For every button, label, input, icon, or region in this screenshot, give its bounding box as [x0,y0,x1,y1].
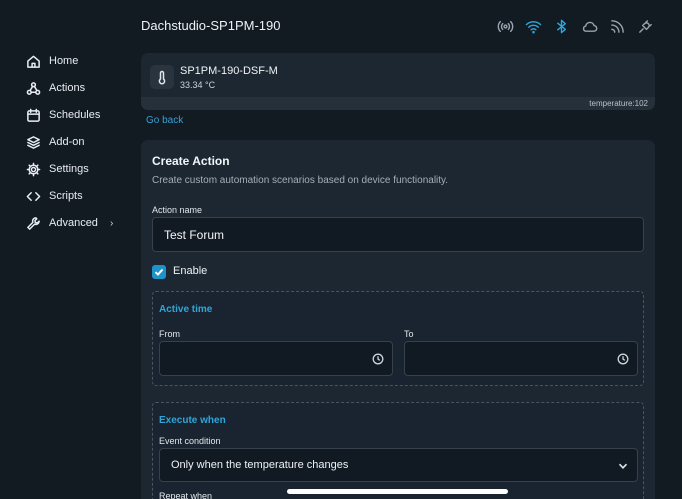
clock-icon [617,353,629,365]
thermometer-icon [150,65,174,89]
sidebar-item-advanced[interactable]: Advanced › [26,212,113,234]
sidebar-item-label: Add-on [49,136,85,148]
enable-checkbox[interactable] [152,265,166,279]
sidebar-item-scripts[interactable]: Scripts [26,185,83,207]
chevron-down-icon [618,463,628,469]
clock-icon [372,353,384,365]
chevron-right-icon: › [109,217,114,229]
to-label: To [404,329,414,339]
rss-feed-icon[interactable] [609,18,626,35]
create-action-panel: Create Action Create custom automation s… [141,140,655,499]
sidebar-item-add-on[interactable]: Add-on [26,131,84,153]
active-time-title: Active time [159,304,213,315]
to-time-input[interactable] [404,341,638,376]
sidebar-item-label: Scripts [49,190,83,202]
webhook-icon [26,81,41,95]
calendar-icon [27,108,40,122]
page-title: Create Action [152,154,230,168]
wrench-icon [27,216,40,230]
home-indicator [287,489,508,494]
sidebar-item-label: Schedules [49,109,101,121]
code-icon [26,191,41,201]
enable-label: Enable [173,265,208,277]
action-name-input[interactable]: Test Forum [152,217,644,252]
device-name: SP1PM-190-DSF-M [180,65,278,77]
repeat-when-label: Repeat when [159,491,213,499]
event-condition-select[interactable]: Only when the temperature changes [159,448,638,482]
execute-when-section: Execute when Event condition Only when t… [152,402,644,499]
from-time-input[interactable] [159,341,393,376]
plug-icon[interactable] [637,18,654,35]
bluetooth-icon[interactable] [553,18,570,35]
sidebar-item-schedules[interactable]: Schedules [26,104,100,126]
home-icon [27,55,40,68]
cloud-icon[interactable] [581,18,598,35]
status-icons [497,18,654,35]
device-component-id: temperature:102 [141,97,655,110]
event-condition-label: Event condition [159,436,221,446]
device-title: Dachstudio-SP1PM-190 [141,18,281,33]
action-name-label: Action name [152,205,203,215]
event-condition-value: Only when the temperature changes [171,459,349,471]
sidebar-item-label: Actions [49,82,86,94]
sidebar-item-label: Home [49,55,79,67]
from-label: From [159,329,180,339]
page-description: Create custom automation scenarios based… [152,175,449,186]
sidebar-item-settings[interactable]: Settings [26,158,89,180]
active-time-section: Active time From To [152,291,644,386]
gear-icon [26,162,41,176]
layers-icon [27,135,40,149]
device-card[interactable]: SP1PM-190-DSF-M 33.34 °C temperature:102 [141,53,655,110]
sidebar-item-actions[interactable]: Actions [26,77,85,99]
go-back-link[interactable]: Go back [146,115,183,126]
execute-when-title: Execute when [159,415,226,426]
sidebar-item-home[interactable]: Home [26,50,78,72]
wifi-icon[interactable] [525,18,542,35]
device-temperature: 33.34 °C [180,80,216,90]
check-icon [154,268,164,276]
radio-waves-icon[interactable] [497,18,514,35]
sidebar: Home Actions Schedules Add-on Settings S… [0,0,132,499]
sidebar-item-label: Advanced [49,217,98,229]
sidebar-item-label: Settings [49,163,89,175]
